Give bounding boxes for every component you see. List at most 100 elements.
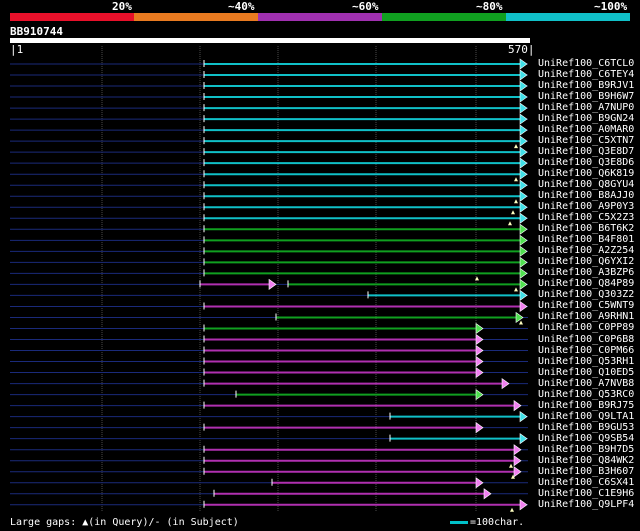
hit-label[interactable]: UniRef100_B3H607 — [538, 466, 634, 477]
hit-label[interactable]: UniRef100_Q10ED5 — [538, 367, 634, 378]
hit-label[interactable]: UniRef100_B9GN24 — [538, 113, 634, 124]
hit-label[interactable]: UniRef100_B4F801 — [538, 234, 634, 245]
hit-end-arrow — [519, 135, 528, 147]
hit-end-arrow — [475, 389, 484, 401]
hit-row — [10, 488, 528, 500]
hit-end-arrow — [519, 289, 528, 302]
hit-row — [10, 179, 528, 191]
hit-label[interactable]: UniRef100_C0PM66 — [538, 345, 634, 356]
hit-label[interactable]: UniRef100_A3BZP6 — [538, 267, 634, 278]
hit-label[interactable]: UniRef100_B6T6K2 — [538, 223, 634, 234]
hit-label[interactable]: UniRef100_C6TEY4 — [538, 69, 634, 80]
hit-label[interactable]: UniRef100_C5WNT9 — [538, 300, 634, 311]
hit-row — [10, 80, 528, 92]
hit-end-arrow — [519, 234, 528, 246]
hit-end-arrow — [519, 245, 528, 257]
hit-label[interactable]: UniRef100_C5XTN7 — [538, 135, 634, 146]
hit-end-arrow — [519, 58, 528, 70]
hit-row — [10, 389, 528, 401]
hit-label[interactable]: UniRef100_B9H7D5 — [538, 444, 634, 455]
hit-end-arrow — [268, 278, 277, 290]
hit-end-arrow — [475, 344, 484, 357]
query-gap-marker — [510, 507, 514, 512]
hit-end-arrow — [483, 488, 492, 500]
hit-row — [10, 157, 528, 169]
hit-label[interactable]: UniRef100_A2Z254 — [538, 245, 634, 256]
hit-row — [10, 102, 528, 114]
hit-label[interactable]: UniRef100_Q3E8D7 — [538, 146, 634, 157]
query-gap-marker — [508, 221, 512, 226]
hit-label[interactable]: UniRef100_Q303Z2 — [538, 289, 634, 300]
hit-end-arrow — [475, 355, 484, 368]
hit-label[interactable]: UniRef100_Q9LTA1 — [538, 411, 634, 422]
query-gap-marker — [511, 210, 515, 215]
hit-row — [10, 245, 528, 257]
hit-row — [10, 212, 528, 226]
hit-label[interactable]: UniRef100_C5X2Z3 — [538, 212, 634, 223]
hit-label[interactable]: UniRef100_Q9SB54 — [538, 433, 634, 444]
hit-label[interactable]: UniRef100_B9RJ75 — [538, 400, 634, 411]
hit-end-arrow — [519, 102, 528, 114]
hit-row — [10, 366, 528, 379]
hit-end-arrow — [519, 201, 528, 213]
hit-end-arrow — [475, 322, 484, 335]
hit-labels-list: UniRef100_C6TCL0 UniRef100_C6TEY4 UniRef10… — [538, 0, 640, 531]
hit-label[interactable]: UniRef100_Q9LPF4 — [538, 499, 634, 510]
scale-text: =100char. — [470, 517, 525, 528]
hit-row — [10, 300, 528, 313]
hit-row — [10, 344, 528, 357]
hit-row — [10, 223, 528, 235]
hit-label[interactable]: UniRef100_A9P0Y3 — [538, 201, 634, 212]
hit-row — [10, 322, 528, 335]
hit-end-arrow — [519, 411, 528, 423]
hit-end-arrow — [519, 223, 528, 235]
hit-end-arrow — [519, 499, 528, 511]
hit-label[interactable]: UniRef100_C1E9H6 — [538, 488, 634, 499]
hit-row — [10, 168, 528, 182]
hit-label[interactable]: UniRef100_C6SX41 — [538, 477, 634, 488]
hit-end-arrow — [519, 124, 528, 136]
hit-row — [10, 146, 528, 158]
hit-row — [10, 234, 528, 246]
query-gap-marker — [514, 144, 518, 149]
query-gap-marker — [514, 199, 518, 204]
hit-end-arrow — [519, 267, 528, 279]
hit-row — [10, 466, 528, 479]
hit-label[interactable]: UniRef100_A7NUP0 — [538, 102, 634, 113]
hit-label[interactable]: UniRef100_Q8GYU4 — [538, 179, 634, 190]
hit-label[interactable]: UniRef100_Q6YXI2 — [538, 256, 634, 267]
hit-end-arrow — [519, 168, 528, 180]
hit-label[interactable]: UniRef100_A0MAR0 — [538, 124, 634, 135]
hit-end-arrow — [519, 300, 528, 313]
hit-label[interactable]: UniRef100_B9RJV1 — [538, 80, 634, 91]
hit-label[interactable]: UniRef100_Q84P89 — [538, 278, 634, 289]
hit-label[interactable]: UniRef100_Q84WK2 — [538, 455, 634, 466]
hit-label[interactable]: UniRef100_C0PP89 — [538, 322, 634, 333]
hit-label[interactable]: UniRef100_Q3E8D6 — [538, 157, 634, 168]
hit-end-arrow — [475, 333, 484, 346]
hit-label[interactable]: UniRef100_Q6K819 — [538, 168, 634, 179]
hit-label[interactable]: UniRef100_B9H6W7 — [538, 91, 634, 102]
hit-row — [10, 58, 528, 70]
hit-row — [10, 477, 528, 489]
hit-label[interactable]: UniRef100_Q53RC0 — [538, 389, 634, 400]
hit-label[interactable]: UniRef100_B8AJJ0 — [538, 190, 634, 201]
hit-end-arrow — [501, 377, 510, 390]
hit-row — [10, 422, 528, 434]
hit-row — [10, 190, 528, 204]
hit-row — [10, 201, 528, 215]
hit-end-arrow — [475, 477, 484, 489]
hit-label[interactable]: UniRef100_A9RHN1 — [538, 311, 634, 322]
query-gap-marker — [514, 177, 518, 182]
hit-end-arrow — [519, 157, 528, 169]
hit-label[interactable]: UniRef100_A7NVB8 — [538, 378, 634, 389]
hit-row — [10, 411, 528, 423]
hit-label[interactable]: UniRef100_C0P6B8 — [538, 334, 634, 345]
footer-gaps-legend: Large gaps: ▲(in Query)/- (in Subject) — [10, 517, 239, 528]
hit-label[interactable]: UniRef100_Q53RH1 — [538, 356, 634, 367]
hit-row — [10, 256, 528, 268]
hit-label[interactable]: UniRef100_C6TCL0 — [538, 58, 634, 69]
hit-end-arrow — [519, 190, 528, 202]
hit-label[interactable]: UniRef100_B9GU53 — [538, 422, 634, 433]
hit-end-arrow — [513, 455, 522, 467]
